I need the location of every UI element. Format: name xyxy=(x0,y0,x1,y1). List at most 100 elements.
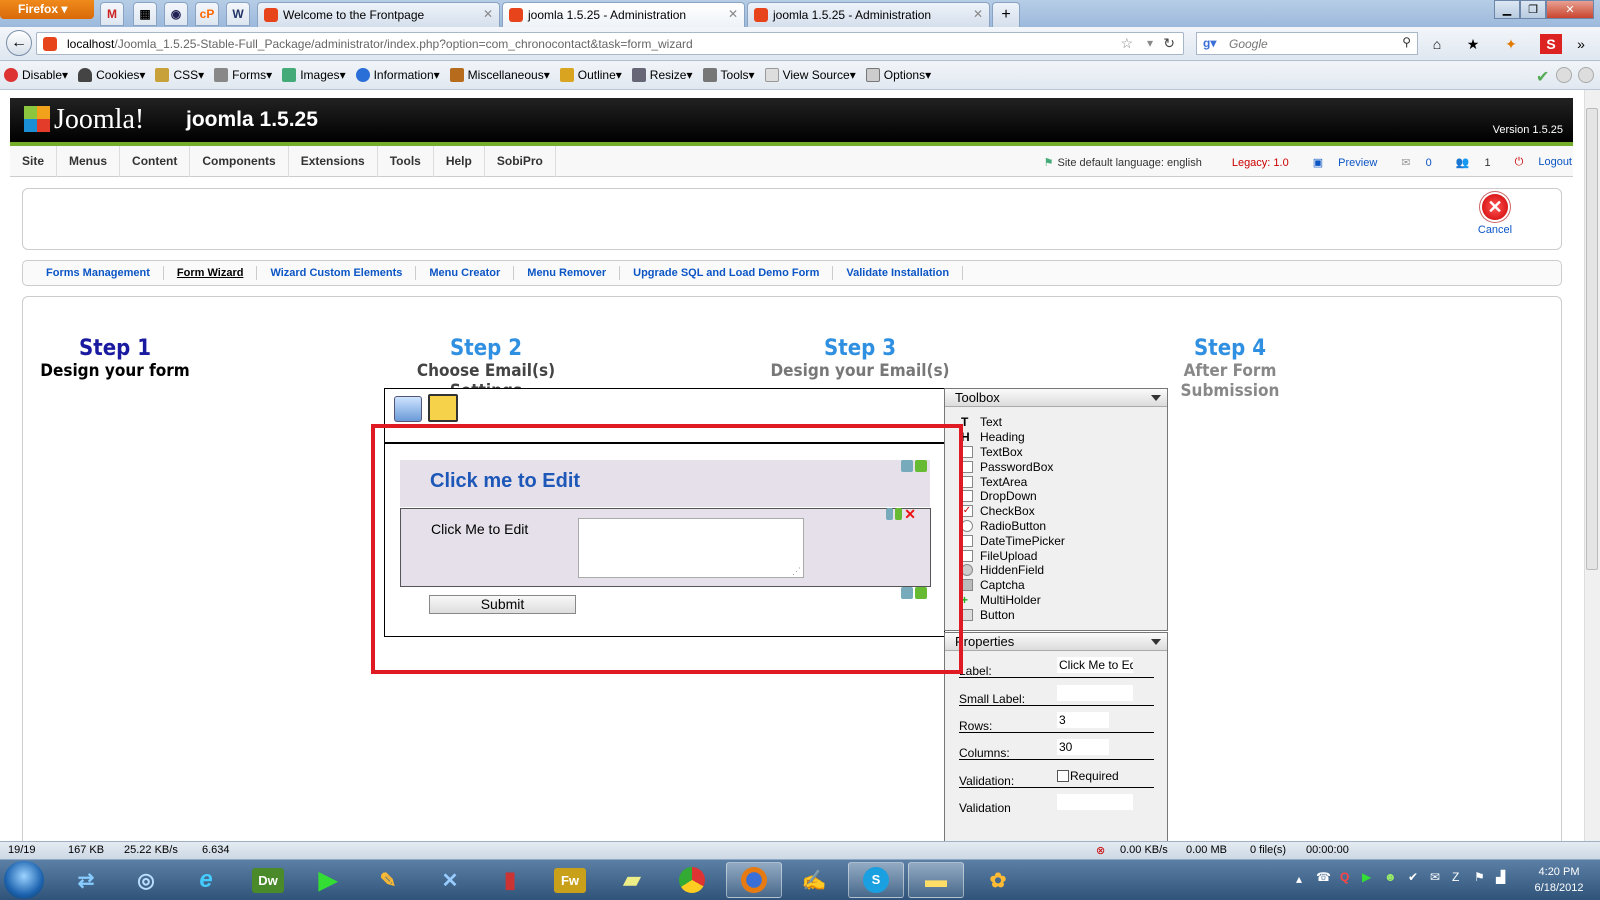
pinned-tab-blank[interactable]: ▦ xyxy=(133,2,157,26)
tab-0[interactable]: Welcome to the Frontpage ✕ xyxy=(257,2,500,27)
preview-form-icon[interactable] xyxy=(394,396,422,422)
clock[interactable]: 4:20 PM 6/18/2012 xyxy=(1526,864,1592,896)
dropdown-icon[interactable]: ▾ xyxy=(1147,36,1153,50)
tray-play-icon[interactable]: ▶ xyxy=(1362,870,1371,884)
tray-z-icon[interactable]: Z xyxy=(1452,870,1459,884)
submenu-wizard-custom-elements[interactable]: Wizard Custom Elements xyxy=(257,266,417,280)
taskbar-explorer[interactable]: ▬ xyxy=(908,862,964,898)
submenu-menu-remover[interactable]: Menu Remover xyxy=(514,266,621,280)
menu-site[interactable]: Site xyxy=(10,145,58,177)
taskbar-ie[interactable]: e xyxy=(178,862,234,898)
validation-input[interactable] xyxy=(1057,794,1133,810)
taskbar-teamviewer[interactable]: ⇄ xyxy=(58,862,114,898)
logout-link[interactable]: ⏻ Logout xyxy=(1503,156,1572,169)
messages-count[interactable]: ✉ 0 xyxy=(1389,156,1431,169)
toolbar-miscellaneous[interactable]: Miscellaneous ▾ xyxy=(449,68,550,82)
menu-content[interactable]: Content xyxy=(120,145,191,177)
toolbox-item-text[interactable]: T Text xyxy=(961,415,1065,430)
taskbar-paint[interactable]: ✎ xyxy=(360,862,416,898)
pinned-tab-wordpress[interactable]: W xyxy=(226,2,250,26)
tray-flag-icon[interactable]: ⚑ xyxy=(1474,870,1485,884)
bookmark-star-icon[interactable]: ☆ xyxy=(1120,35,1133,52)
menu-tools[interactable]: Tools xyxy=(378,145,434,177)
preview-link[interactable]: ▣ Preview xyxy=(1301,156,1378,169)
firefox-menu-button[interactable]: Firefox ▾ xyxy=(0,0,94,19)
taskbar-paint2[interactable]: ✿ xyxy=(970,862,1026,898)
toolbar-disable[interactable]: Disable ▾ xyxy=(4,68,68,82)
collapse-arrow-icon[interactable] xyxy=(1151,395,1161,401)
tray-icon[interactable]: ☎ xyxy=(1316,870,1331,884)
toolbar-outline[interactable]: Outline ▾ xyxy=(559,68,622,82)
cancel-button[interactable]: ✕ Cancel xyxy=(1470,194,1520,236)
close-window-button[interactable]: ✕ xyxy=(1546,0,1594,19)
tray-up-arrow-icon[interactable]: ▴ xyxy=(1296,872,1302,886)
toolbox-item-multiholder[interactable]: + MultiHolder xyxy=(961,593,1065,608)
step-1[interactable]: Step 1 Design your form xyxy=(30,336,200,381)
menu-arrow-icon[interactable]: » xyxy=(1570,34,1592,54)
step-3[interactable]: Step 3 Design your Email(s) xyxy=(770,336,950,381)
taskbar-chrome[interactable] xyxy=(664,862,720,898)
toolbox-item-hiddenfield[interactable]: HiddenField xyxy=(961,563,1065,578)
menu-sobipro[interactable]: SobiPro xyxy=(485,145,556,177)
minimize-button[interactable]: ▁ xyxy=(1494,0,1520,19)
taskbar-fireworks[interactable]: Fw xyxy=(542,862,598,898)
toolbar-information[interactable]: Information ▾ xyxy=(355,68,440,82)
toolbox-item-dropdown[interactable]: DropDown xyxy=(961,489,1065,504)
home-icon[interactable]: ⌂ xyxy=(1426,34,1448,54)
url-bar[interactable]: localhost/Joomla_1.5.25-Stable-Full_Pack… xyxy=(36,32,1184,55)
toolbar-cookies[interactable]: Cookies ▾ xyxy=(78,68,145,82)
search-icon[interactable]: ⚲ xyxy=(1402,35,1411,49)
toolbar-forms[interactable]: Forms ▾ xyxy=(214,68,272,82)
toolbar-css[interactable]: CSS ▾ xyxy=(155,68,204,82)
tab-2[interactable]: joomla 1.5.25 - Administration ✕ xyxy=(747,2,990,27)
tray-balloon-icon[interactable]: ✉ xyxy=(1430,870,1440,884)
properties-header[interactable]: Properties xyxy=(945,633,1167,651)
submenu-upgrade-sql[interactable]: Upgrade SQL and Load Demo Form xyxy=(620,266,834,280)
toolbox-item-heading[interactable]: H Heading xyxy=(961,430,1065,445)
back-button[interactable]: ← xyxy=(6,30,32,56)
taskbar-safari[interactable]: ◎ xyxy=(118,862,174,898)
close-tab-icon[interactable]: ✕ xyxy=(483,7,493,21)
menu-help[interactable]: Help xyxy=(434,145,485,177)
submenu-forms-management[interactable]: Forms Management xyxy=(33,266,164,280)
scrollbar-thumb[interactable] xyxy=(1586,108,1598,570)
toolbox-item-datetimepicker[interactable]: DateTimePicker xyxy=(961,533,1065,548)
pinned-tab-cpanel[interactable]: cP xyxy=(195,2,219,26)
taskbar-notepad[interactable]: ✍ xyxy=(786,862,842,898)
tray-q-icon[interactable]: Q xyxy=(1340,870,1349,884)
tray-chat-icon[interactable]: ☻ xyxy=(1384,870,1397,884)
columns-input[interactable]: 30 xyxy=(1057,739,1109,755)
taskbar-book[interactable]: ▮ xyxy=(482,862,538,898)
toolbox-item-textbox[interactable]: TextBox xyxy=(961,445,1065,460)
toolbar-images[interactable]: Images ▾ xyxy=(282,68,346,82)
taskbar-tool[interactable]: ✕ xyxy=(422,862,478,898)
reload-icon[interactable]: ↻ xyxy=(1163,35,1175,52)
toolbox-item-textarea[interactable]: TextArea xyxy=(961,474,1065,489)
close-tab-icon[interactable]: ✕ xyxy=(973,7,983,21)
bookmarks-icon[interactable]: ★ xyxy=(1462,34,1484,54)
taskbar-skype[interactable]: S xyxy=(848,862,904,898)
taskbar-firefox[interactable] xyxy=(726,862,782,898)
submenu-validate-installation[interactable]: Validate Installation xyxy=(833,266,964,280)
toolbar-tools[interactable]: Tools ▾ xyxy=(702,68,755,82)
toolbox-item-captcha[interactable]: Captcha xyxy=(961,578,1065,593)
maximize-button[interactable]: ❐ xyxy=(1520,0,1546,19)
label-input[interactable]: Click Me to Ed xyxy=(1057,657,1133,673)
pinned-tab-app[interactable]: ◉ xyxy=(164,2,188,26)
close-tab-icon[interactable]: ✕ xyxy=(728,7,738,21)
submenu-form-wizard[interactable]: Form Wizard xyxy=(164,266,258,280)
taskbar-media[interactable]: ▶ xyxy=(300,862,356,898)
new-tab-button[interactable]: + xyxy=(992,2,1020,27)
toolbox-item-fileupload[interactable]: FileUpload xyxy=(961,548,1065,563)
taskbar-sticky[interactable]: ▰ xyxy=(604,862,660,898)
taskbar-dreamweaver[interactable]: Dw xyxy=(240,862,296,898)
required-checkbox[interactable] xyxy=(1057,770,1069,782)
toolbox-item-radiobutton[interactable]: RadioButton xyxy=(961,519,1065,534)
search-input[interactable]: g▾ Google ⚲ xyxy=(1196,32,1418,55)
pinned-tab-gmail[interactable]: M xyxy=(100,2,124,26)
menu-extensions[interactable]: Extensions xyxy=(289,145,378,177)
small-label-input[interactable] xyxy=(1057,685,1133,701)
rows-input[interactable]: 3 xyxy=(1057,712,1109,728)
submenu-menu-creator[interactable]: Menu Creator xyxy=(416,266,515,280)
toolbar-options[interactable]: Options ▾ xyxy=(865,68,931,82)
